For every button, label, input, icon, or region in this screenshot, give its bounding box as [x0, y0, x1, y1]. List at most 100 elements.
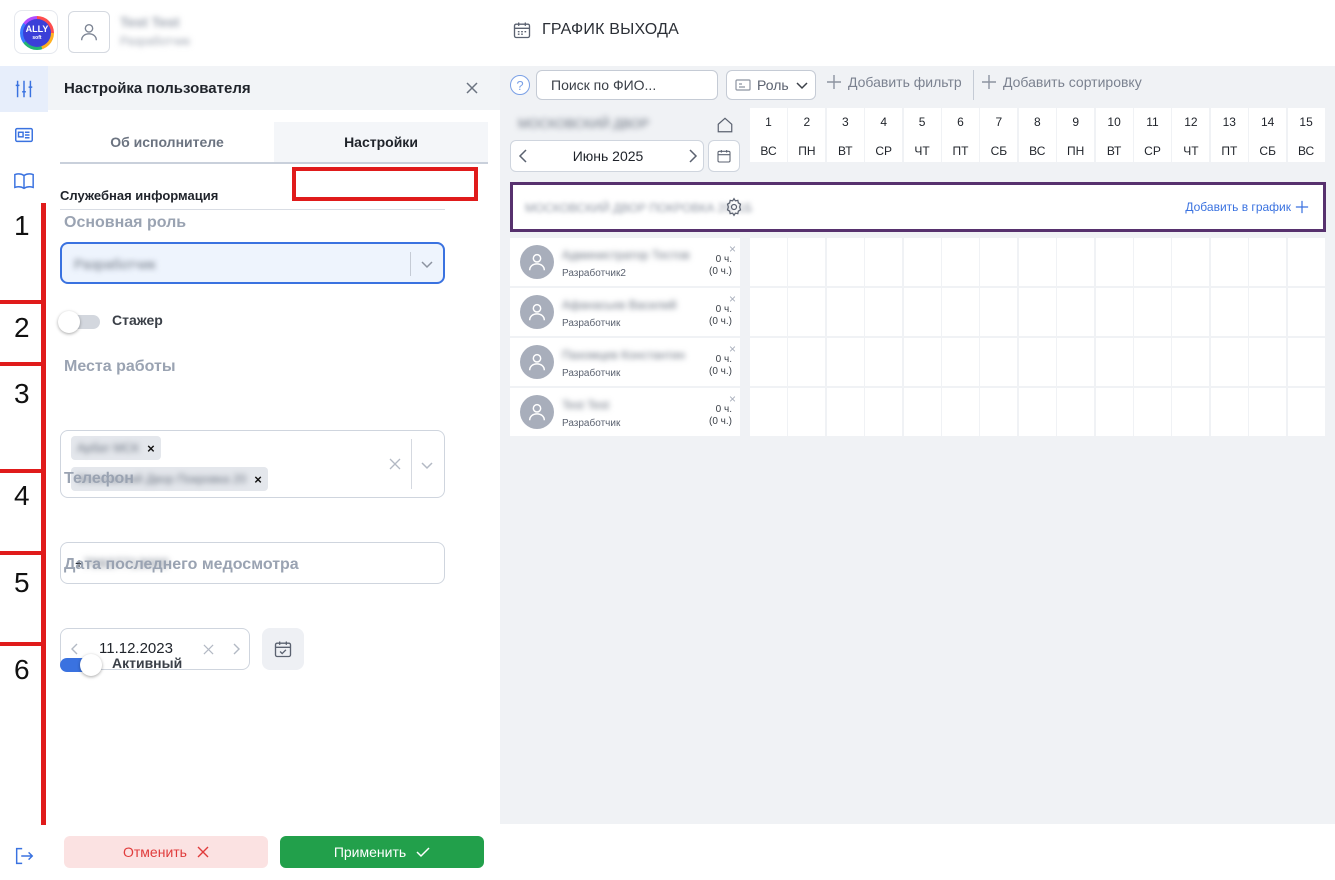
- month-calendar-button[interactable]: [708, 140, 740, 172]
- employee-row[interactable]: Пахомцев Константин Разработчик × 0 ч. (0 ч.…: [510, 338, 740, 386]
- schedule-cell[interactable]: [750, 238, 787, 286]
- schedule-cell[interactable]: [865, 388, 903, 436]
- schedule-cell[interactable]: [942, 388, 979, 436]
- schedule-cell[interactable]: [1172, 388, 1210, 436]
- search-input[interactable]: Поиск по ФИО...: [536, 70, 718, 100]
- schedule-cell[interactable]: [1095, 288, 1133, 336]
- schedule-cell[interactable]: [788, 238, 826, 286]
- schedule-cell[interactable]: [865, 288, 903, 336]
- schedule-cell[interactable]: [826, 388, 864, 436]
- schedule-cell[interactable]: [1057, 238, 1095, 286]
- schedule-cell[interactable]: [1287, 238, 1325, 286]
- plus-icon: [827, 75, 841, 89]
- schedule-cell[interactable]: [1287, 388, 1325, 436]
- add-sort-button[interactable]: Добавить сортировку: [981, 74, 1142, 90]
- schedule-cell[interactable]: [1018, 238, 1056, 286]
- rail-id-card[interactable]: [0, 112, 48, 158]
- schedule-cell[interactable]: [1172, 238, 1210, 286]
- schedule-cell[interactable]: [903, 288, 941, 336]
- clear-icon[interactable]: [389, 458, 401, 470]
- schedule-cell[interactable]: [1057, 388, 1095, 436]
- schedule-cell[interactable]: [903, 388, 941, 436]
- schedule-cell[interactable]: [1095, 238, 1133, 286]
- employee-row[interactable]: Афанасьев Василий Разработчик × 0 ч. (0 ч.): [510, 288, 740, 336]
- tab-settings[interactable]: Настройки: [274, 122, 488, 162]
- schedule-cell[interactable]: [1018, 288, 1056, 336]
- schedule-cell[interactable]: [1057, 338, 1095, 386]
- chip-remove-icon[interactable]: ×: [254, 472, 262, 487]
- active-toggle[interactable]: [60, 654, 102, 676]
- schedule-cell[interactable]: [903, 238, 941, 286]
- schedule-cell[interactable]: [865, 238, 903, 286]
- user-avatar[interactable]: [68, 11, 110, 53]
- schedule-cell[interactable]: [980, 238, 1018, 286]
- schedule-cell[interactable]: [1172, 338, 1210, 386]
- chevron-left-icon[interactable]: [69, 643, 81, 655]
- panel-close-button[interactable]: [462, 78, 482, 98]
- schedule-cell[interactable]: [865, 338, 903, 386]
- schedule-cell[interactable]: [903, 338, 941, 386]
- site-name: МОСКОВСКИЙ ДВОР ПОКРОВКА 20, 1Б: [525, 201, 753, 215]
- schedule-cell[interactable]: [826, 338, 864, 386]
- role-filter[interactable]: Роль: [726, 70, 816, 100]
- schedule-cell[interactable]: [980, 388, 1018, 436]
- employee-row[interactable]: Администратор Тестов Разработчик2 × 0 ч. (0 …: [510, 238, 740, 286]
- schedule-cell[interactable]: [942, 238, 979, 286]
- add-to-schedule-button[interactable]: Добавить в график: [1185, 200, 1309, 214]
- schedule-cell[interactable]: [826, 238, 864, 286]
- schedule-cell[interactable]: [1210, 238, 1248, 286]
- schedule-cell[interactable]: [1249, 288, 1287, 336]
- schedule-cell[interactable]: [1134, 238, 1171, 286]
- schedule-cell[interactable]: [1287, 288, 1325, 336]
- apply-button[interactable]: Применить: [280, 836, 484, 868]
- trainee-toggle[interactable]: [58, 311, 100, 333]
- schedule-cell[interactable]: [980, 338, 1018, 386]
- chevron-right-icon[interactable]: [230, 643, 242, 655]
- schedule-cell[interactable]: [750, 388, 787, 436]
- schedule-cell[interactable]: [788, 388, 826, 436]
- app-logo[interactable]: ALLY soft: [14, 10, 58, 54]
- schedule-cell[interactable]: [1095, 388, 1133, 436]
- schedule-cell[interactable]: [788, 338, 826, 386]
- schedule-cell[interactable]: [750, 338, 787, 386]
- day-column-header: 6 ПТ: [942, 108, 979, 162]
- schedule-cell[interactable]: [1134, 288, 1171, 336]
- schedule-cell[interactable]: [1018, 388, 1056, 436]
- logout-button[interactable]: [0, 836, 48, 876]
- site-settings-button[interactable]: [723, 196, 745, 218]
- rail-book[interactable]: [0, 158, 48, 204]
- help-icon[interactable]: ?: [510, 75, 530, 95]
- cancel-button[interactable]: Отменить: [64, 836, 268, 868]
- schedule-cell[interactable]: [826, 288, 864, 336]
- schedule-cell[interactable]: [1095, 338, 1133, 386]
- schedule-cell[interactable]: [1210, 288, 1248, 336]
- schedule-cell[interactable]: [1249, 238, 1287, 286]
- clear-icon[interactable]: [203, 644, 214, 655]
- schedule-cell[interactable]: [1057, 288, 1095, 336]
- chevron-down-icon[interactable]: [420, 458, 434, 472]
- rail-settings[interactable]: [0, 66, 48, 112]
- next-month-button[interactable]: [685, 147, 701, 165]
- schedule-cell[interactable]: [1210, 338, 1248, 386]
- home-button[interactable]: [712, 112, 738, 138]
- schedule-cell[interactable]: [1287, 338, 1325, 386]
- schedule-cell[interactable]: [1134, 338, 1171, 386]
- schedule-cell[interactable]: [942, 288, 979, 336]
- schedule-cell[interactable]: [788, 288, 826, 336]
- main-role-select[interactable]: Разработчик: [60, 242, 445, 284]
- schedule-cell[interactable]: [1210, 388, 1248, 436]
- schedule-cell[interactable]: [942, 338, 979, 386]
- prev-month-button[interactable]: [515, 147, 531, 165]
- schedule-cell[interactable]: [1172, 288, 1210, 336]
- chip-remove-icon[interactable]: ×: [147, 441, 155, 456]
- schedule-cell[interactable]: [1249, 338, 1287, 386]
- employee-row[interactable]: Test Test Разработчик × 0 ч. (0 ч.): [510, 388, 740, 436]
- add-filter-button[interactable]: Добавить фильтр: [826, 74, 962, 90]
- schedule-cell[interactable]: [980, 288, 1018, 336]
- schedule-cell[interactable]: [750, 288, 787, 336]
- schedule-cell[interactable]: [1134, 388, 1171, 436]
- medcheck-calendar-button[interactable]: [262, 628, 304, 670]
- schedule-cell[interactable]: [1018, 338, 1056, 386]
- tab-about-executor[interactable]: Об исполнителе: [60, 122, 274, 162]
- schedule-cell[interactable]: [1249, 388, 1287, 436]
